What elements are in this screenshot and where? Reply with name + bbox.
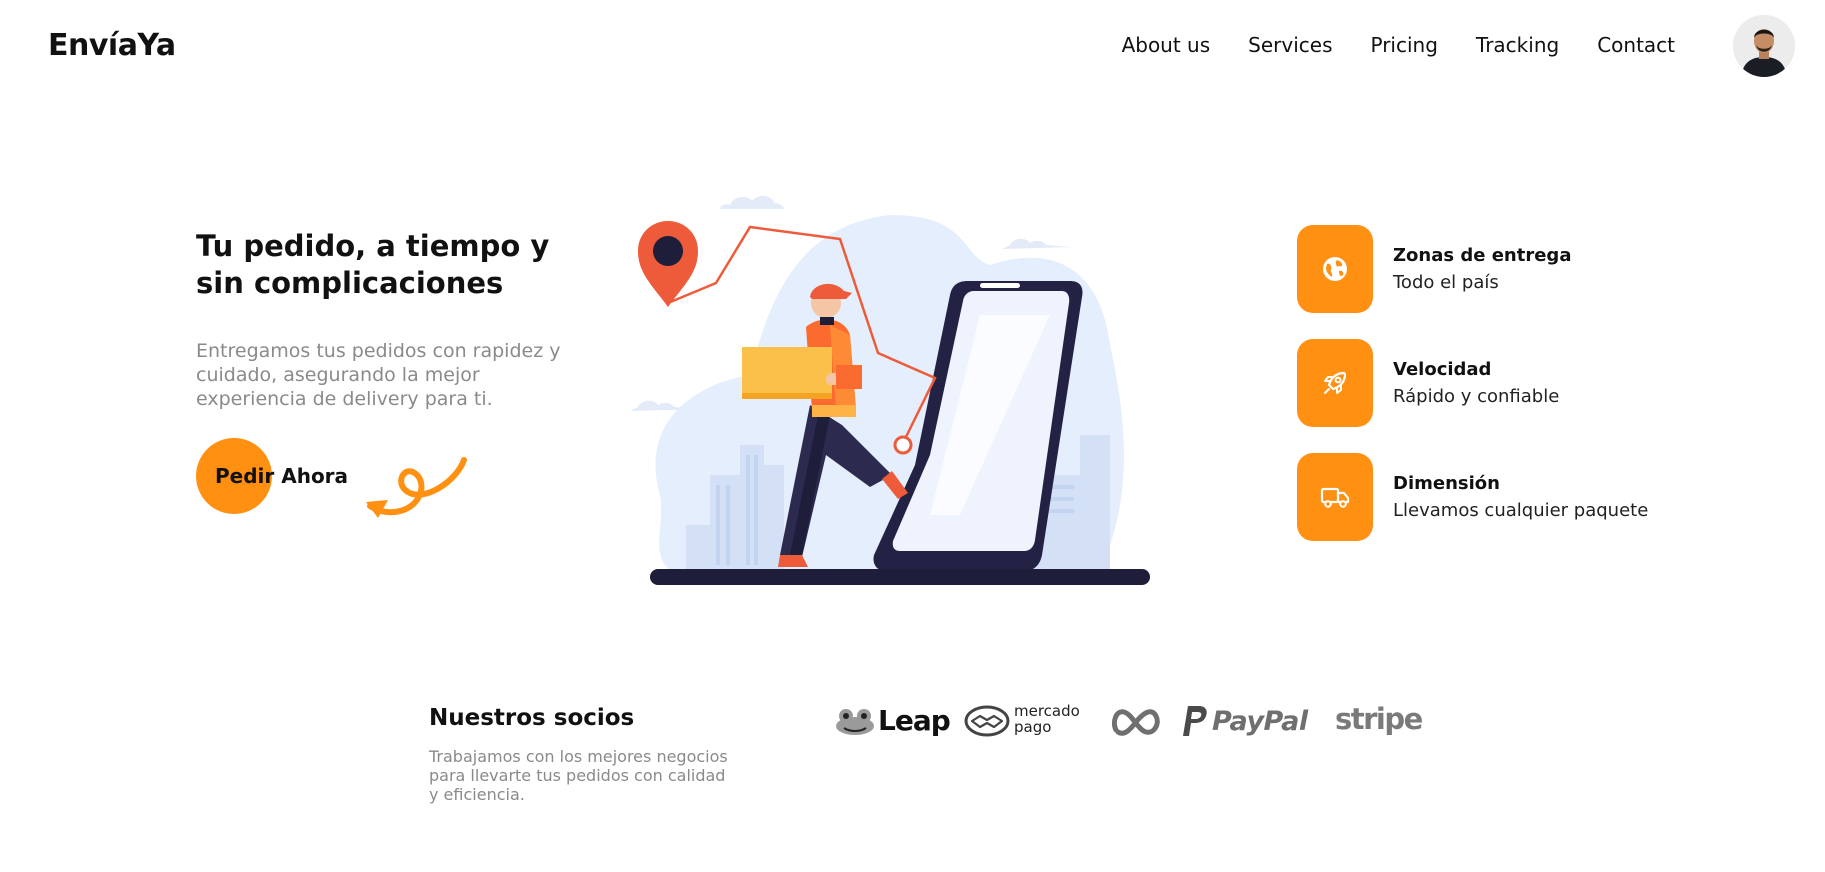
feature-dimension: Dimensión Llevamos cualquier paquete [1297,453,1677,543]
partner-logo-stripe[interactable]: stripe [1335,702,1423,742]
leap-wordmark: Leap [878,704,951,737]
squiggle-arrow-icon [366,457,467,518]
feature-delivery-zones: Zonas de entrega Todo el país [1297,225,1677,315]
partner-logo-paypal[interactable]: PayPal [1182,700,1318,742]
delivery-illustration [630,195,1150,585]
nav-contact[interactable]: Contact [1597,33,1675,57]
handshake-icon [964,705,1010,737]
globe-icon [1323,257,1347,281]
hero-title: Tu pedido, a tiempo y sin complicaciones [196,229,550,300]
feature-text: Todo el país [1393,272,1499,293]
partner-logo-mercado-pago[interactable]: mercado pago [964,700,1090,742]
feature-title: Velocidad [1393,359,1492,380]
rocket-icon [1324,371,1347,394]
stripe-wordmark: stripe [1335,702,1423,736]
cta-label: Pedir Ahora [215,464,349,488]
feature-icon-box [1297,453,1373,541]
feature-speed: Velocidad Rápido y confiable [1297,339,1677,429]
avatar-image [1733,15,1795,77]
frog-icon [836,709,874,735]
feature-text: Rápido y confiable [1393,386,1560,407]
feature-icon-box [1297,339,1373,427]
nav-services[interactable]: Services [1248,33,1332,57]
paypal-p-icon [1183,706,1207,736]
feature-text: Llevamos cualquier paquete [1393,500,1649,521]
feature-icon-box [1297,225,1373,313]
partners-text: Trabajamos con los mejores negocios para… [429,747,728,804]
truck-icon [1320,487,1350,508]
nav-about-us[interactable]: About us [1122,33,1211,57]
meta-infinity-icon [1111,709,1160,736]
mercado-pago-wordmark: mercado pago [1014,702,1080,736]
nav-tracking[interactable]: Tracking [1476,33,1559,57]
partner-logos: Leap mercado pago PayPal stripe [830,698,1430,748]
user-avatar[interactable] [1733,15,1795,77]
hero-subtitle: Entregamos tus pedidos con rapidez y cui… [196,340,561,410]
partner-logo-meta[interactable] [1110,704,1162,740]
partner-logo-leap[interactable]: Leap [834,700,951,742]
nav-pricing[interactable]: Pricing [1371,33,1438,57]
feature-title: Zonas de entrega [1393,245,1572,266]
order-now-button[interactable]: Pedir Ahora [196,438,376,514]
main-nav: About us Services Pricing Tracking Conta… [1122,33,1675,57]
feature-title: Dimensión [1393,473,1500,494]
paypal-wordmark: PayPal [1212,706,1308,737]
partners-title: Nuestros socios [429,705,635,731]
brand-logo[interactable]: EnvíaYa [48,28,176,63]
